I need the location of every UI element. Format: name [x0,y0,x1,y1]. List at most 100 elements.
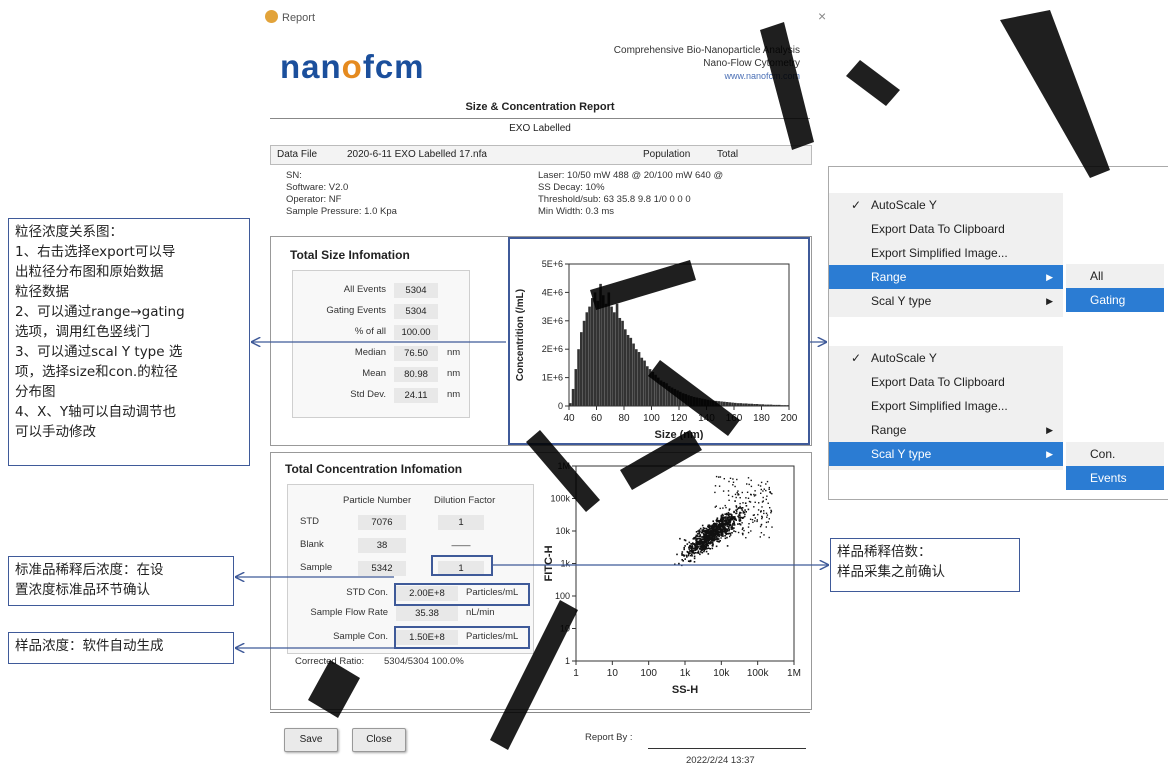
scatter-point [767,502,769,504]
histogram-bar [626,335,630,406]
scatter-point [734,530,737,533]
menu-item-range[interactable]: Range ▶ [829,265,1063,289]
histogram-bar [637,352,641,406]
submenu-item-gating[interactable]: Gating [1066,288,1164,312]
scatter-point [761,515,763,518]
scatter-point [735,496,737,499]
size-stat-value: 80.98 [394,367,438,382]
scatter-point [691,553,693,556]
menu-item-export-image[interactable]: Export Simplified Image... [829,241,1063,265]
conc-row-particle: 38 [358,538,406,553]
scatter-point [721,519,724,521]
scatter-point [738,517,740,519]
scatter-point [741,522,743,524]
context-menu-range: ✓ AutoScale Y Export Data To Clipboard Ex… [829,193,1063,317]
histogram-bar [701,398,704,406]
size-stat-unit: nm [447,347,461,358]
menu-item-export-image[interactable]: Export Simplified Image... [829,394,1063,418]
menu-item-autoscale[interactable]: ✓ AutoScale Y [829,193,1063,217]
submenu-item-con[interactable]: Con. [1066,442,1164,466]
submenu-item-all[interactable]: All [1066,264,1164,288]
scatter-point [693,552,695,555]
meta-left: SN: Software: V2.0 Operator: NF Sample Pre… [286,170,397,217]
scatter-point [750,494,752,496]
scatter-point [700,544,703,547]
scatter-point [686,543,689,545]
scatter-point [762,490,764,492]
scatter-point [756,520,758,523]
scatter-point [724,531,726,534]
scatter-point [703,532,705,535]
fitc-ss-scatter-plot[interactable]: 1 10 100 1k 10k 100k 1M 1 10 100 1k 10k 100k 1M SS-H FI… [540,458,805,703]
scatter-point [725,528,727,530]
histogram-bar [736,403,740,406]
histogram-bar [582,320,586,406]
scatter-point [743,529,745,532]
histogram-bar [780,405,784,406]
scatter-point [771,493,773,495]
scatter-point [765,512,768,514]
y-tick-label: 0 [558,401,563,411]
histogram-bar [720,401,723,406]
scatter-point [691,548,693,551]
scatter-point [748,523,750,525]
scatter-point [718,476,720,478]
scatter-point [701,524,704,527]
scatter-point [726,525,729,528]
scatter-point [696,545,698,548]
submenu-item-events[interactable]: Events [1066,466,1164,490]
x-tick-label: 1k [680,668,692,679]
close-button[interactable]: Close [352,728,406,752]
histogram-bar [654,374,657,406]
scatter-point [693,557,696,560]
scatter-point [716,521,718,523]
scatter-point [733,510,735,513]
menu-item-export-data[interactable]: Export Data To Clipboard [829,217,1063,241]
scatter-point [732,478,734,480]
histogram-bar [635,349,638,406]
menu-item-range[interactable]: Range ▶ [829,418,1063,442]
scatter-point [693,543,696,545]
size-stat-value: 100.00 [394,325,438,340]
scatter-point [750,485,753,488]
histogram-bar [577,349,580,406]
menu-item-autoscale[interactable]: ✓ AutoScale Y [829,346,1063,370]
menu-item-scal-y-type[interactable]: Scal Y type ▶ [829,289,1063,313]
scatter-point [738,507,740,509]
scatter-point [728,528,730,531]
scatter-point [724,537,727,540]
menu-item-export-data[interactable]: Export Data To Clipboard [829,370,1063,394]
flow-rate-label: Sample Flow Rate [310,607,388,618]
scatter-point [760,524,762,526]
histogram-bar [775,404,778,406]
y-tick-label: 1E+6 [542,373,563,383]
conc-row-label: Blank [300,539,324,550]
scatter-point [695,531,698,533]
scatter-point [763,488,765,490]
close-icon[interactable]: × [818,8,826,24]
scatter-point [719,526,722,529]
scatter-point [757,509,760,511]
histogram-bar [668,386,671,406]
divider [270,118,810,119]
note-size-chart: 粒径浓度关系图： 1、右击选择export可以导 出粒径分布图和原始数据 粒径数据 2… [8,218,250,466]
scatter-point [709,534,712,536]
size-distribution-chart[interactable]: 40 60 80 100 120 140 160 180 200 0 1E+6 2E+6 3E+6 4E+… [511,240,805,440]
scatter-point [699,539,701,542]
note-std-concentration: 标准品稀释后浓度：在设 置浓度标准品环节确认 [8,556,234,606]
x-tick-label: 180 [753,413,770,424]
scatter-point [728,480,730,483]
scatter-point [747,526,750,528]
menu-item-scal-y-type[interactable]: Scal Y type ▶ [829,442,1063,466]
histogram-bar [695,397,699,406]
scatter-point [735,512,737,515]
submenu-arrow-icon: ▶ [1046,425,1053,435]
scatter-point [763,534,765,536]
scatter-point [715,505,717,507]
histogram-bar [662,381,666,406]
submenu-arrow-icon: ▶ [1046,449,1053,459]
scatter-point [693,561,696,563]
scatter-point [728,527,730,530]
save-button[interactable]: Save [284,728,338,752]
scatter-point [730,526,732,529]
